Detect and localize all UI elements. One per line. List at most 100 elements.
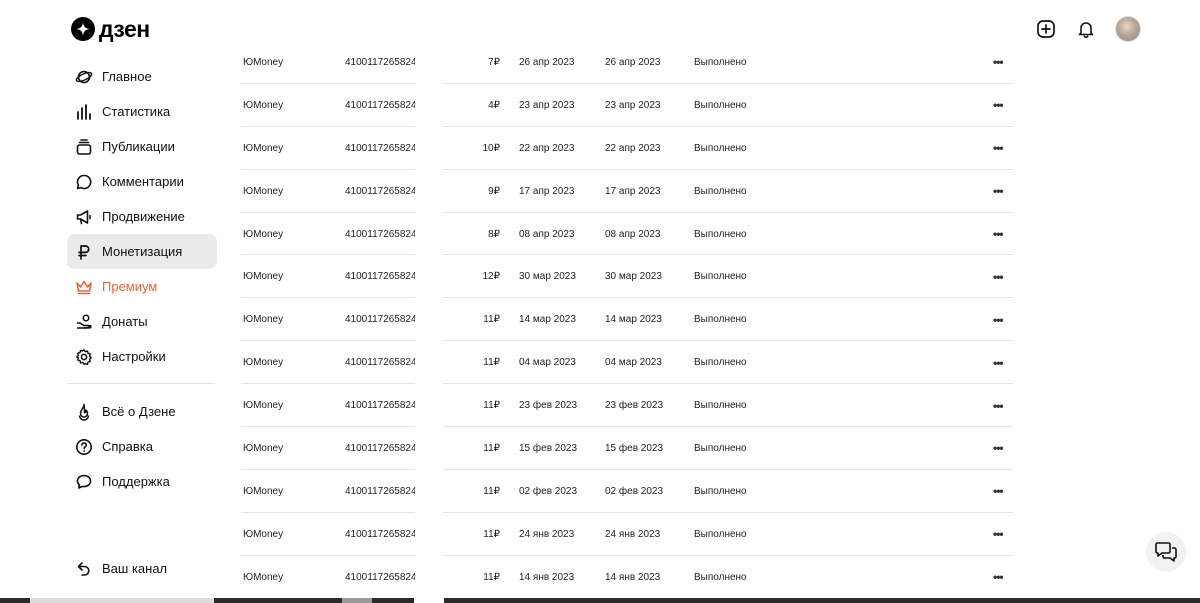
sidebar-item-publications[interactable]: Публикации [67,129,217,164]
sidebar-item-settings[interactable]: Настройки [67,339,217,374]
paid-date-cell: 23 фев 2023 [605,400,664,412]
ruble-icon [78,244,90,260]
created-date-cell: 23 фев 2023 [519,400,578,412]
table-row: ЮMoney 410011726582468 11₽ 14 янв 2023 1… [241,556,1013,599]
sidebar-item-label: Донаты [102,314,148,329]
bell-icon[interactable] [1075,18,1097,40]
sidebar-item-premium[interactable]: Премиум [67,269,217,304]
payment-system-cell: ЮMoney [243,99,284,111]
paid-date-cell: 22 апр 2023 [605,142,661,154]
payment-system-cell: ЮMoney [243,142,284,154]
created-date-cell: 23 апр 2023 [519,99,575,111]
account-number-cell: 410011726582468 [345,357,415,369]
sidebar-item-support[interactable]: Поддержка [67,464,217,499]
sidebar-item-about[interactable]: Всё о Дзене [67,394,217,429]
taskbar-gap [414,598,444,603]
table-row: ЮMoney 410011726582468 11₽ 04 мар 2023 0… [241,341,1013,385]
your-channel-label: Ваш канал [102,561,168,576]
status-cell: Выполнено [694,271,747,283]
sidebar-item-main[interactable]: Главное [67,59,217,94]
chat-bubbles-icon [1155,542,1177,562]
more-options-icon[interactable]: ••• [993,255,1004,298]
created-date-cell: 08 апр 2023 [519,228,575,240]
sidebar: Главное Статистика Публикации Комментари… [67,59,217,499]
amount-cell: 11₽ [483,442,500,454]
comment-icon [76,174,92,189]
paid-date-cell: 04 мар 2023 [605,357,662,369]
crown-icon [76,280,92,294]
stack-icon [76,138,92,155]
more-options-icon[interactable]: ••• [993,470,1004,513]
more-options-icon[interactable]: ••• [993,41,1004,84]
account-number-cell: 410011726582468 [345,400,415,412]
status-cell: Выполнено [694,228,747,240]
sidebar-item-label: Справка [102,439,153,454]
more-options-icon[interactable]: ••• [993,213,1004,256]
sidebar-item-promotion[interactable]: Продвижение [67,199,217,234]
more-options-icon[interactable]: ••• [993,127,1004,170]
account-number-cell: 410011726582468 [345,228,415,240]
more-options-icon[interactable]: ••• [993,298,1004,341]
dzen-logo[interactable]: дзен [71,17,150,41]
amount-cell: 11₽ [483,485,500,497]
amount-cell: 8₽ [488,228,500,240]
created-date-cell: 04 мар 2023 [519,357,576,369]
created-date-cell: 14 янв 2023 [519,571,575,583]
created-date-cell: 22 апр 2023 [519,142,575,154]
amount-cell: 12₽ [482,271,501,283]
sidebar-item-label: Настройки [102,349,166,364]
created-date-cell: 14 мар 2023 [519,314,576,326]
paid-date-cell: 08 апр 2023 [605,228,661,240]
back-arrow-icon [77,561,90,576]
sidebar-item-label: Продвижение [102,209,185,224]
paid-date-cell: 17 апр 2023 [605,185,661,197]
paid-date-cell: 15 фев 2023 [605,442,664,454]
account-number-cell: 410011726582468 [345,314,415,326]
more-options-icon[interactable]: ••• [993,341,1004,384]
avatar[interactable] [1115,16,1141,42]
sidebar-divider [67,383,215,384]
account-number-cell: 410011726582468 [345,528,415,540]
more-options-icon[interactable]: ••• [993,384,1004,427]
account-number-cell: 410011726582468 [345,271,415,283]
more-options-icon[interactable]: ••• [993,556,1004,599]
table-row: ЮMoney 410011726582468 12₽ 30 мар 2023 3… [241,255,1013,299]
sidebar-item-stats[interactable]: Статистика [67,94,217,129]
sidebar-item-label: Статистика [102,104,171,119]
amount-cell: 10₽ [482,142,501,154]
help-icon [76,438,92,455]
more-options-icon[interactable]: ••• [993,170,1004,213]
created-date-cell: 15 фев 2023 [519,442,578,454]
table-row: ЮMoney 410011726582468 11₽ 23 фев 2023 2… [241,384,1013,428]
amount-cell: 11₽ [483,314,500,326]
more-options-icon[interactable]: ••• [993,427,1004,470]
more-options-icon[interactable]: ••• [993,84,1004,127]
planet-icon [75,70,93,83]
created-date-cell: 26 апр 2023 [519,56,575,68]
sidebar-item-help[interactable]: Справка [67,429,217,464]
table-row: ЮMoney 410011726582468 10₽ 22 апр 2023 2… [241,127,1013,170]
status-cell: Выполнено [694,99,747,111]
add-publication-icon[interactable] [1035,18,1057,40]
status-cell: Выполнено [694,357,747,369]
support-chat-button[interactable] [1146,532,1186,572]
sidebar-item-monetization[interactable]: Монетизация [67,234,217,269]
donate-icon [77,314,92,329]
amount-cell: 4₽ [488,99,500,111]
status-cell: Выполнено [694,571,747,583]
table-row: ЮMoney 410011726582468 7₽ 26 апр 2023 26… [241,41,1013,84]
bar-chart-icon [77,103,91,120]
paid-date-cell: 30 мар 2023 [605,271,662,283]
sidebar-item-label: Публикации [102,139,175,154]
paid-date-cell: 02 фев 2023 [605,485,664,497]
payment-system-cell: ЮMoney [243,314,284,326]
status-cell: Выполнено [694,185,747,197]
your-channel-link[interactable]: Ваш канал [67,551,167,586]
account-number-cell: 410011726582468 [345,99,415,111]
status-cell: Выполнено [694,442,747,454]
more-options-icon[interactable]: ••• [993,513,1004,556]
sidebar-item-comments[interactable]: Комментарии [67,164,217,199]
sidebar-item-donations[interactable]: Донаты [67,304,217,339]
table-row: ЮMoney 410011726582468 11₽ 14 мар 2023 1… [241,298,1013,342]
amount-cell: 9₽ [488,185,500,197]
